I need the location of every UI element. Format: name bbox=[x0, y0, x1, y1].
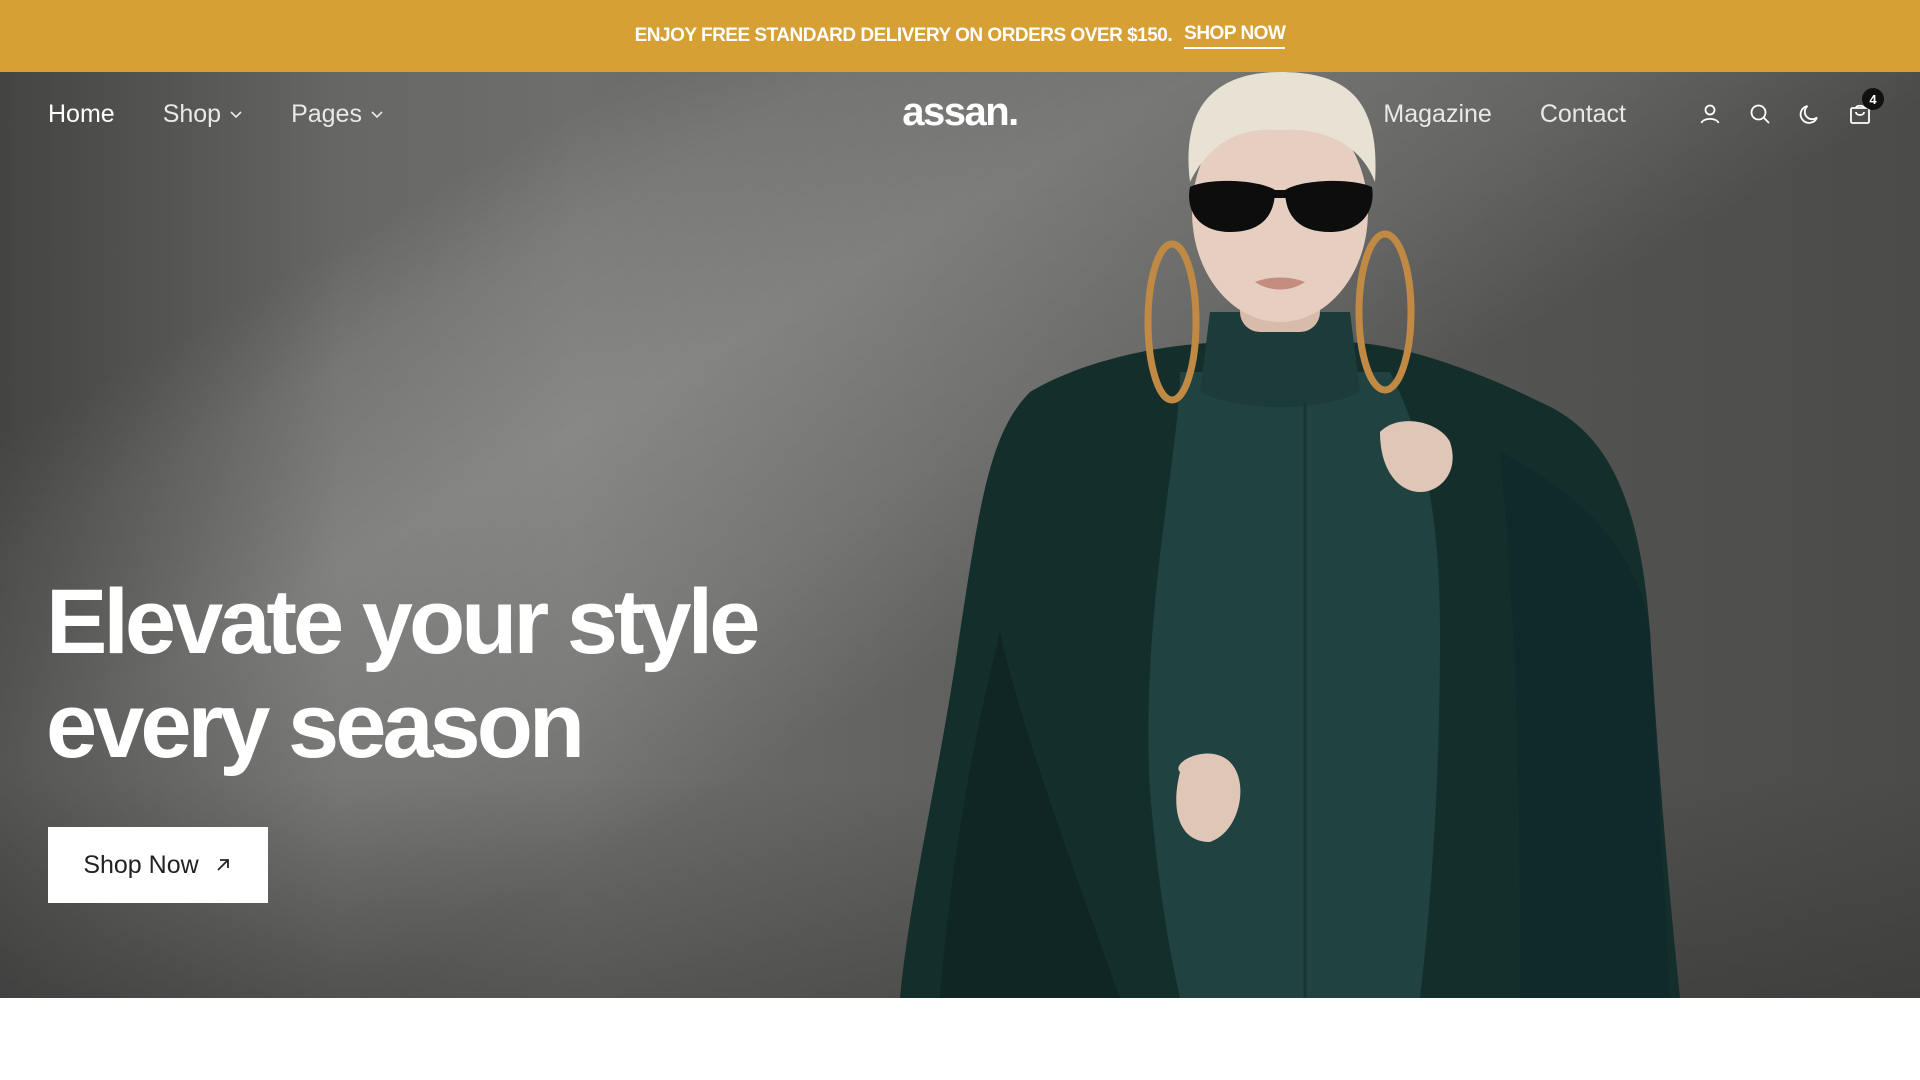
shop-now-button[interactable]: Shop Now bbox=[48, 827, 268, 903]
nav-home-label: Home bbox=[48, 99, 115, 128]
site-logo[interactable]: assan. bbox=[860, 90, 1060, 135]
cart-count-badge: 4 bbox=[1862, 88, 1884, 110]
hero-headline-line-1: Elevate your style bbox=[46, 571, 760, 673]
main-navigation: Home Shop Pages assan. Magazine Contact bbox=[0, 72, 1920, 156]
arrow-up-right-icon bbox=[217, 859, 229, 871]
nav-pages-dropdown[interactable]: Pages bbox=[291, 100, 384, 129]
chevron-down-icon bbox=[371, 111, 383, 119]
nav-shop-dropdown[interactable]: Shop bbox=[163, 100, 243, 129]
hero-headline-line-2: every season bbox=[46, 675, 585, 777]
nav-shop-label: Shop bbox=[162, 99, 222, 128]
nav-magazine-label: Magazine bbox=[1383, 99, 1492, 128]
announcement-text: ENJOY FREE STANDARD DELIVERY ON ORDERS O… bbox=[634, 25, 1173, 46]
header-icons: 4 bbox=[1698, 88, 1884, 126]
nav-left: Home Shop Pages bbox=[48, 100, 384, 129]
nav-contact-label: Contact bbox=[1539, 99, 1626, 128]
shop-now-label: Shop Now bbox=[83, 850, 199, 879]
nav-magazine-link[interactable]: Magazine bbox=[1383, 100, 1491, 129]
nav-pages-label: Pages bbox=[291, 99, 362, 128]
user-icon[interactable] bbox=[1698, 102, 1722, 126]
announcement-bar: ENJOY FREE STANDARD DELIVERY ON ORDERS O… bbox=[0, 0, 1920, 72]
hero-headline: Elevate your style every season bbox=[46, 570, 846, 778]
hero-model-image bbox=[900, 72, 1680, 998]
moon-icon[interactable] bbox=[1798, 102, 1822, 126]
bag-icon[interactable]: 4 bbox=[1848, 88, 1884, 126]
nav-right: Magazine Contact 4 bbox=[1383, 88, 1884, 129]
hero-banner bbox=[0, 72, 1920, 998]
announcement-shop-now-link[interactable]: SHOP NOW bbox=[1184, 23, 1286, 49]
search-icon[interactable] bbox=[1748, 102, 1772, 126]
chevron-down-icon bbox=[230, 111, 242, 119]
nav-contact-link[interactable]: Contact bbox=[1540, 100, 1626, 129]
nav-home-link[interactable]: Home bbox=[48, 100, 115, 129]
